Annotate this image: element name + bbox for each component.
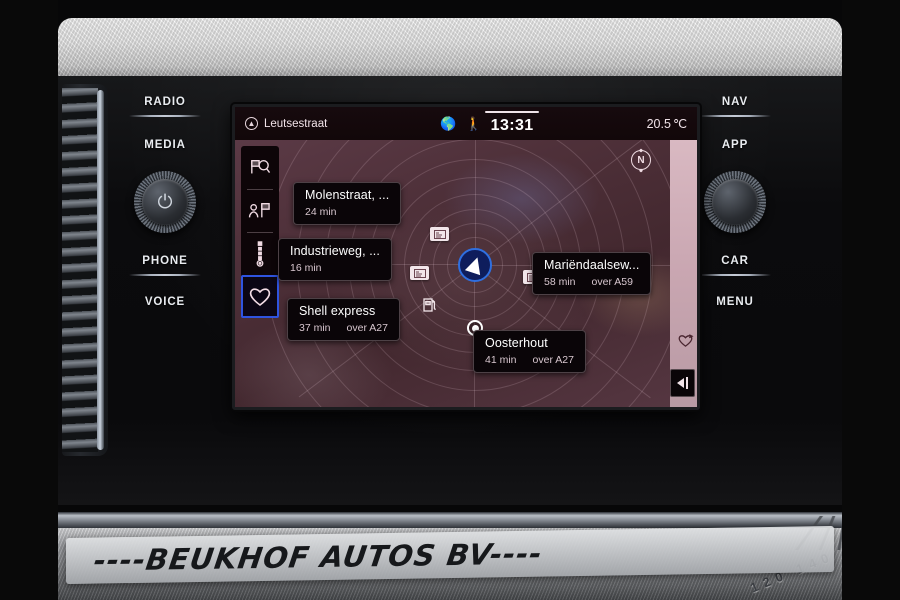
destination-title: Shell express: [299, 304, 376, 318]
home-work-destination-icon[interactable]: [241, 189, 279, 232]
status-location-label: Leutsestraat: [264, 117, 328, 130]
media-button[interactable]: MEDIA: [116, 139, 214, 151]
power-volume-knob[interactable]: ⏻: [134, 171, 196, 233]
poi-card-chip[interactable]: [430, 227, 449, 241]
destination-via: over A27: [532, 353, 574, 366]
bezel-divider-4: [699, 274, 771, 276]
app-button[interactable]: APP: [686, 139, 784, 151]
menu-button[interactable]: MENU: [686, 296, 784, 308]
destination-card[interactable]: Molenstraat, ... 24 min: [293, 182, 402, 226]
air-vent-chrome-edge: [97, 90, 104, 450]
compass-circle-icon: ▲: [245, 117, 258, 130]
destination-title: Oosterhout: [485, 336, 548, 350]
status-clock: 13:31: [490, 116, 534, 134]
destination-card[interactable]: Shell express 37 min over A27: [287, 298, 400, 342]
fuel-pump-icon[interactable]: [423, 297, 437, 315]
globe-icon: 🌎: [440, 115, 457, 131]
destination-title: Mariëndaalsew...: [544, 258, 640, 272]
clock-underline: [485, 110, 540, 113]
bezel-divider: [129, 115, 201, 117]
nav-button[interactable]: NAV: [686, 96, 784, 108]
car-button[interactable]: CAR: [686, 255, 784, 267]
voice-button[interactable]: VOICE: [116, 296, 214, 308]
destination-card[interactable]: Industrieweg, ... 16 min: [278, 238, 392, 282]
bezel-divider-3: [699, 115, 771, 117]
map-right-light-strip: [670, 140, 697, 407]
left-button-bezel: RADIO MEDIA ⏻ PHONE VOICE: [116, 96, 214, 426]
status-temperature: 20.5 ℃: [647, 116, 687, 131]
temperature-unit: ℃: [672, 117, 687, 131]
power-icon: ⏻: [157, 191, 173, 213]
destination-meta: 16 min: [290, 262, 380, 275]
letterbox-right: [842, 0, 900, 600]
route-list-icon[interactable]: [241, 232, 279, 275]
destination-duration: 41 min: [485, 353, 517, 366]
air-vent-slats: [62, 88, 98, 452]
touchscreen[interactable]: ▲ Leutsestraat 🌎 🚶 13:31 20.5 ℃ N Molens…: [235, 107, 697, 407]
destination-duration: 37 min: [299, 321, 331, 334]
destination-via: over A59: [591, 275, 633, 288]
dashboard-top-trim: [58, 18, 842, 86]
status-bar: ▲ Leutsestraat 🌎 🚶 13:31 20.5 ℃: [235, 107, 697, 140]
favourite-wing-icon[interactable]: [677, 333, 694, 352]
map-tool-rail: [241, 146, 279, 318]
phone-button[interactable]: PHONE: [116, 255, 214, 267]
air-vent[interactable]: [62, 84, 108, 456]
destination-meta: 37 min over A27: [299, 322, 388, 335]
temperature-value: 20.5: [646, 117, 671, 131]
north-compass-icon: N: [631, 150, 651, 170]
right-button-bezel: NAV APP CAR MENU: [686, 96, 784, 426]
vehicle-position-marker: [458, 248, 492, 282]
destination-search-icon[interactable]: [241, 146, 279, 189]
destination-meta: 41 min over A27: [485, 354, 574, 367]
tuning-knob[interactable]: [704, 171, 766, 233]
destination-title: Industrieweg, ...: [290, 244, 380, 258]
bezel-divider-2: [129, 274, 201, 276]
destination-duration: 24 min: [305, 205, 337, 218]
status-location: ▲ Leutsestraat: [245, 117, 327, 130]
touchscreen-frame: ▲ Leutsestraat 🌎 🚶 13:31 20.5 ℃ N Molens…: [232, 104, 700, 410]
destination-duration: 16 min: [290, 261, 322, 274]
status-center: 🌎 🚶 13:31: [327, 110, 646, 135]
destination-title: Molenstraat, ...: [305, 188, 390, 202]
destination-duration: 58 min: [544, 275, 576, 288]
destination-via: over A27: [346, 321, 388, 334]
poi-card-chip[interactable]: [410, 266, 429, 280]
destination-meta: 58 min over A59: [544, 276, 639, 289]
destination-card[interactable]: Oosterhout 41 min over A27: [473, 330, 586, 374]
favourites-heart-icon[interactable]: [241, 275, 279, 318]
heading-arrow-icon: [464, 254, 486, 276]
destination-card[interactable]: Mariëndaalsew... 58 min over A59: [532, 252, 652, 296]
map-canvas[interactable]: N Molenstraat, ... 24 min Industrieweg, …: [235, 140, 697, 407]
clock-wrapper: 13:31: [485, 110, 540, 135]
person-pin-icon: 🚶: [465, 115, 482, 131]
radio-button[interactable]: RADIO: [116, 96, 214, 108]
collapse-bar-icon: [686, 377, 688, 389]
collapse-panel-button[interactable]: [670, 369, 695, 397]
chevron-left-icon: [677, 378, 684, 388]
destination-meta: 24 min: [305, 206, 389, 219]
screenshot-root: RADIO MEDIA ⏻ PHONE VOICE NAV APP CAR ME…: [0, 0, 900, 600]
letterbox-left: [0, 0, 58, 600]
dealer-watermark-text: ----BEUKHOF AUTOS BV----: [91, 536, 545, 578]
